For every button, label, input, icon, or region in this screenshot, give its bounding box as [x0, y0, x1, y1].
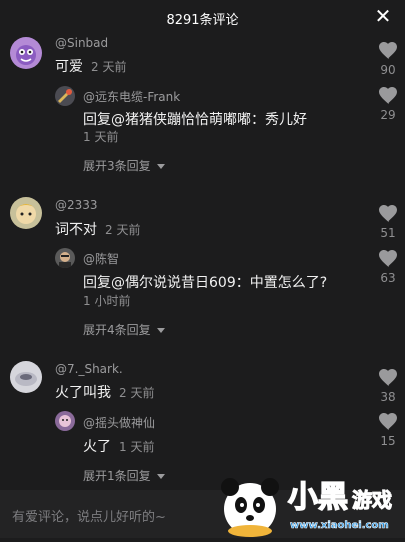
- reply-username[interactable]: @远东电缆-Frank: [83, 88, 180, 105]
- reply-time: 1 小时前: [83, 294, 131, 308]
- avatar[interactable]: [10, 37, 42, 69]
- heart-icon: [379, 87, 397, 105]
- expand-replies-button[interactable]: 展开4条回复: [83, 321, 165, 338]
- avatar[interactable]: [10, 361, 42, 393]
- like-button[interactable]: 90: [373, 42, 403, 77]
- comment-text: 词不对 2 天前: [55, 219, 140, 239]
- like-count: 29: [380, 108, 396, 122]
- chevron-down-icon: [156, 328, 165, 333]
- svg-text:小黑: 小黑: [288, 480, 348, 515]
- comment-username[interactable]: @7._Shark.: [55, 362, 123, 376]
- like-button[interactable]: 63: [373, 250, 403, 285]
- avatar[interactable]: [55, 248, 75, 268]
- expand-replies-button[interactable]: 展开3条回复: [83, 157, 165, 174]
- expand-replies-button[interactable]: 展开1条回复: [83, 467, 165, 484]
- expand-label: 展开4条回复: [83, 323, 151, 337]
- chevron-down-icon: [156, 474, 165, 479]
- reply-username[interactable]: @陈智: [83, 250, 119, 267]
- reply-text: 回复@猪猪侠蹦恰恰萌嘟嘟：秀儿好: [83, 112, 307, 128]
- heart-icon: [379, 42, 397, 60]
- comment-text: 可爱 2 天前: [55, 56, 126, 76]
- like-button[interactable]: 29: [373, 87, 403, 122]
- comment-time: 2 天前: [91, 60, 127, 74]
- like-count: 63: [380, 271, 396, 285]
- comment-body: 可爱: [55, 59, 83, 75]
- comment-input[interactable]: 有爱评论，说点儿好听的~: [12, 506, 166, 525]
- like-button[interactable]: 51: [373, 205, 403, 240]
- comment-username[interactable]: @2333: [55, 198, 98, 212]
- chevron-down-icon: [156, 164, 165, 169]
- reply-time: 1 天前: [83, 130, 119, 144]
- reply-username[interactable]: @摇头做神仙: [83, 414, 155, 431]
- avatar[interactable]: [55, 86, 75, 106]
- like-button[interactable]: 38: [373, 369, 403, 404]
- heart-icon: [379, 369, 397, 387]
- reply-text: 回复@偶尔说说昔日609：中置怎么了?: [83, 275, 328, 291]
- svg-text:www.xiaohei.com: www.xiaohei.com: [290, 520, 389, 531]
- svg-text:游戏: 游戏: [352, 488, 392, 512]
- heart-icon: [379, 250, 397, 268]
- reply-body: 火了: [83, 439, 111, 455]
- comment-username[interactable]: @Sinbad: [55, 36, 108, 50]
- like-count: 51: [380, 226, 396, 240]
- like-count: 15: [380, 434, 396, 448]
- expand-label: 展开1条回复: [83, 469, 151, 483]
- heart-icon: [379, 205, 397, 223]
- comment-body: 词不对: [55, 222, 97, 238]
- comment-body: 火了叫我: [55, 385, 111, 401]
- like-button[interactable]: 15: [373, 413, 403, 448]
- comment-count-title: 8291条评论: [166, 13, 239, 28]
- watermark-logo: 小黑 游戏 www.xiaohei.com: [212, 465, 405, 538]
- heart-icon: [379, 413, 397, 431]
- reply-text: 火了 1 天前: [83, 436, 154, 456]
- comment-time: 2 天前: [105, 223, 141, 237]
- like-count: 38: [380, 390, 396, 404]
- like-count: 90: [380, 63, 396, 77]
- comment-text: 火了叫我 2 天前: [55, 382, 154, 402]
- expand-label: 展开3条回复: [83, 159, 151, 173]
- avatar[interactable]: [10, 197, 42, 229]
- avatar[interactable]: [55, 411, 75, 431]
- close-icon[interactable]: ✕: [373, 6, 393, 26]
- reply-time: 1 天前: [119, 440, 155, 454]
- comments-header: 8291条评论 ✕: [0, 0, 405, 36]
- comment-time: 2 天前: [119, 386, 155, 400]
